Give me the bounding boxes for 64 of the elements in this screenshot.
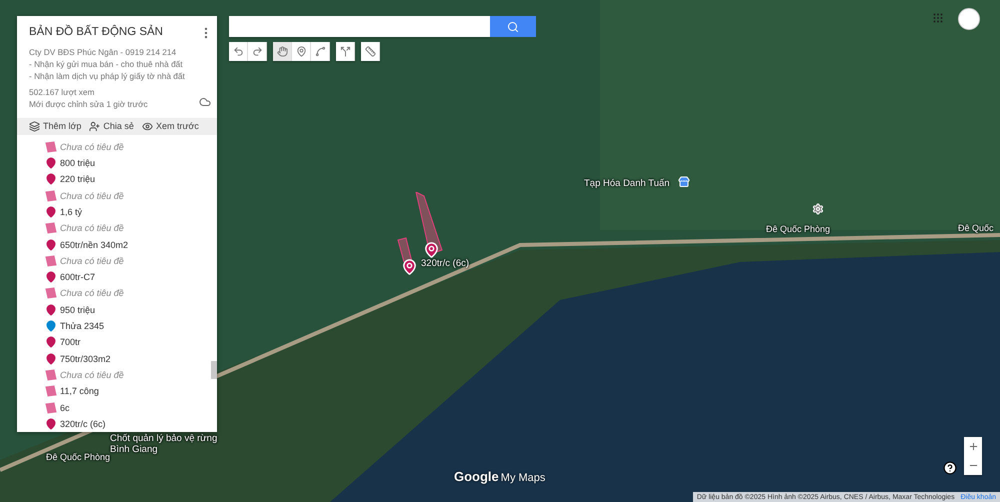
feature-item[interactable]: 800 triệu <box>60 158 96 168</box>
zoom-out-button[interactable] <box>964 456 982 475</box>
line-icon <box>314 46 326 57</box>
map-description-line: - Nhận ký gửi mua bán - cho thuê nhà đất <box>29 59 184 70</box>
feature-item[interactable]: Chưa có tiêu đề <box>60 288 124 298</box>
feature-item[interactable]: 1,6 tỷ <box>60 206 82 217</box>
gear-icon <box>812 203 824 215</box>
search-button[interactable] <box>490 16 536 37</box>
road-label: Đê Quốc Phòng <box>46 452 110 463</box>
search-field[interactable] <box>229 16 490 37</box>
fork-icon <box>340 46 350 57</box>
feature-item[interactable]: Chưa có tiêu đề <box>60 142 124 152</box>
feature-item[interactable]: 11,7 công <box>60 386 99 396</box>
map-description-line: Cty DV BĐS Phúc Ngân - 0919 214 214 <box>29 47 178 58</box>
place-label: Chốt quản lý bảo vệ rừng Bình Giang <box>110 433 218 455</box>
map-title: BẢN ĐỒ BẤT ĐỘNG SẢN <box>29 26 164 38</box>
redo-icon <box>252 46 262 57</box>
marker-label: 320tr/c (6c) <box>421 258 470 269</box>
add-person-icon <box>89 120 100 132</box>
scrollbar-thumb[interactable] <box>211 360 217 379</box>
feature-item[interactable]: 600tr-C7 <box>60 272 96 282</box>
feature-item[interactable]: 750tr/303m2 <box>60 354 111 364</box>
map-tool-button[interactable] <box>248 42 267 61</box>
road-label: Đê Quốc <box>958 223 994 234</box>
map-description-line: - Nhận làm dịch vụ pháp lý giấy tờ nhà đất <box>29 71 186 82</box>
zoom-in-button[interactable] <box>964 437 982 456</box>
plus-icon <box>968 441 978 452</box>
hand-icon <box>276 46 288 57</box>
feature-item[interactable]: Chưa có tiêu đề <box>60 370 124 380</box>
logo-brand: Google <box>454 469 499 484</box>
feature-item[interactable]: Chưa có tiêu đề <box>60 223 124 234</box>
pin-icon <box>296 46 306 57</box>
undo-icon <box>232 46 244 57</box>
panel-action-button[interactable]: Chia sẻ <box>89 120 134 132</box>
feature-item[interactable]: 950 triệu <box>60 304 96 315</box>
view-count: 502.167 lượt xem <box>29 87 96 98</box>
place-label: Tạp Hóa Danh Tuấn <box>584 178 670 189</box>
road-label: Đê Quốc Phòng <box>766 224 830 235</box>
feature-item[interactable]: 700tr <box>60 337 81 348</box>
search-icon <box>507 20 519 32</box>
feature-item[interactable]: 320tr/c (6c) <box>60 418 106 429</box>
map-pin-icon[interactable] <box>401 257 418 277</box>
map-tool-button[interactable] <box>273 42 292 61</box>
layers-icon <box>29 120 40 132</box>
ruler-icon <box>364 46 376 57</box>
feature-item[interactable]: Chưa có tiêu đề <box>60 256 124 266</box>
cloud-icon <box>199 96 211 108</box>
logo-product: My Maps <box>500 472 546 484</box>
feature-item[interactable]: 650tr/nền 340m2 <box>60 240 128 250</box>
shop-icon <box>678 176 690 188</box>
edit-status: Mới được chỉnh sửa 1 giờ trước <box>29 99 149 110</box>
eye-icon <box>142 120 153 132</box>
map-tool-button[interactable] <box>361 42 380 61</box>
panel-action-button[interactable]: Thêm lớp <box>29 120 82 132</box>
map-pin-icon[interactable] <box>423 240 440 260</box>
map-tool-button[interactable] <box>292 42 311 61</box>
map-tool-button[interactable] <box>311 42 330 61</box>
feature-item[interactable]: 6c <box>60 402 70 413</box>
panel-action-button[interactable]: Xem trước <box>142 120 199 132</box>
feature-item[interactable]: Thửa 2345 <box>60 321 104 332</box>
feature-item[interactable]: 220 triệu <box>60 174 96 184</box>
feature-item[interactable]: Chưa có tiêu đề <box>60 190 124 201</box>
map-tool-button[interactable] <box>229 42 248 61</box>
map-tool-button[interactable] <box>336 42 355 61</box>
